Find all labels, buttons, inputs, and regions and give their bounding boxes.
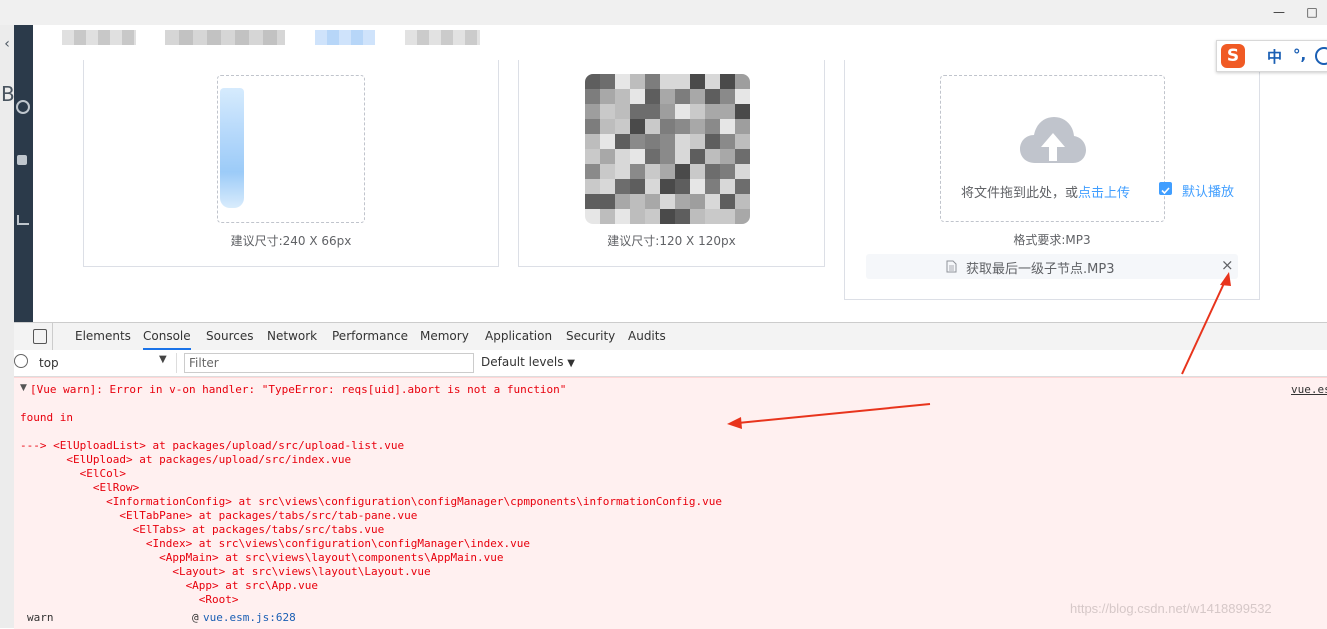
arrow-to-close [1181,278,1227,375]
annotation-arrows [727,272,1231,429]
arrow-to-error [737,403,931,424]
arrowhead-close [1220,272,1231,286]
arrowhead-error [727,417,742,429]
